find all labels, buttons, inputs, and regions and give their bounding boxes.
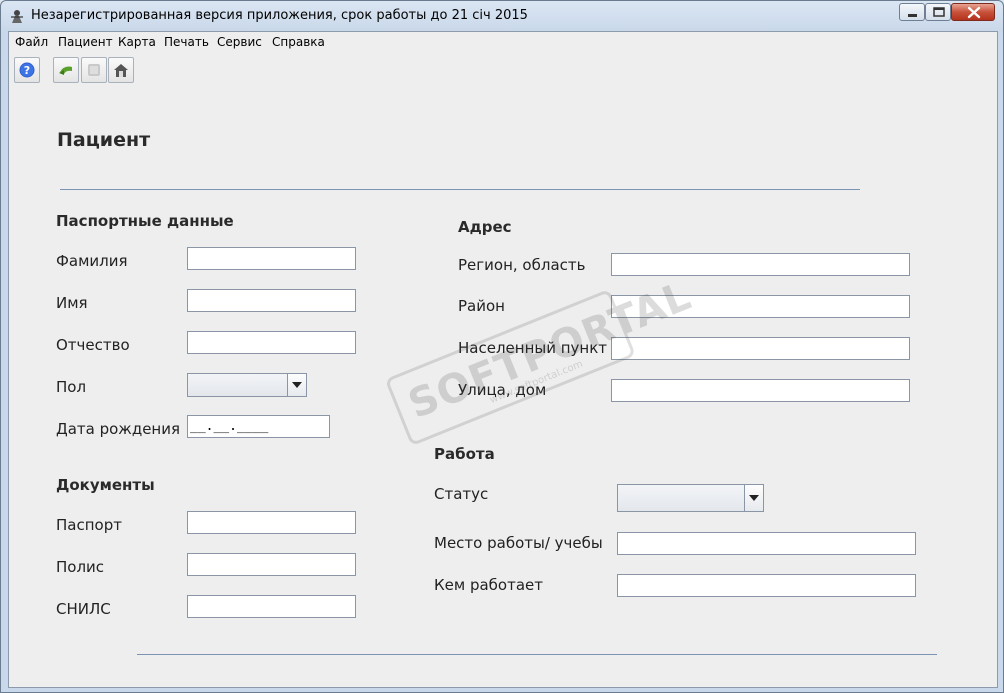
menu-patient[interactable]: Пациент [58, 35, 113, 49]
menu-file[interactable]: Файл [15, 35, 48, 49]
app-window: Незарегистрированная версия приложения, … [0, 0, 1004, 693]
workplace-label: Место работы/ учебы [434, 534, 603, 552]
region-input[interactable] [611, 253, 910, 276]
status-label: Статус [434, 485, 489, 503]
menu-bar: Файл Пациент Карта Печать Сервис Справка [9, 32, 997, 53]
last-name-input[interactable] [187, 247, 356, 270]
work-heading: Работа [434, 445, 495, 463]
minimize-icon [908, 14, 917, 17]
street-label: Улица, дом [458, 381, 547, 399]
snils-input[interactable] [187, 595, 356, 618]
district-label: Район [458, 297, 505, 315]
close-button[interactable] [951, 3, 995, 21]
passport-input[interactable] [187, 511, 356, 534]
page-title: Пациент [57, 129, 151, 151]
back-icon [59, 66, 72, 75]
locality-label: Населенный пункт [458, 339, 608, 357]
birth-date-label: Дата рождения [56, 420, 180, 438]
bottom-divider [137, 654, 937, 655]
home-icon [114, 64, 128, 77]
back-button[interactable] [53, 57, 79, 83]
patronymic-input[interactable] [187, 331, 356, 354]
menu-card[interactable]: Карта [118, 35, 156, 49]
gender-select[interactable] [187, 373, 307, 397]
svg-text:?: ? [24, 64, 30, 77]
patronymic-label: Отчество [56, 336, 130, 354]
disabled-icon [88, 64, 100, 76]
locality-input[interactable] [611, 337, 910, 360]
menu-service[interactable]: Сервис [217, 35, 262, 49]
street-input[interactable] [611, 379, 910, 402]
documents-heading: Документы [56, 476, 155, 494]
passport-label: Паспорт [56, 516, 122, 534]
title-bar[interactable]: Незарегистрированная версия приложения, … [1, 1, 1003, 31]
home-button[interactable] [108, 57, 134, 83]
first-name-label: Имя [56, 294, 88, 312]
app-icon [11, 10, 23, 23]
status-select[interactable] [617, 484, 764, 512]
status-dropdown-button[interactable] [744, 485, 763, 511]
close-icon [967, 6, 981, 19]
maximize-icon [933, 7, 945, 17]
position-input[interactable] [617, 574, 916, 597]
region-label: Регион, область [458, 256, 586, 274]
top-divider [60, 189, 860, 190]
minimize-button[interactable] [899, 3, 925, 21]
gender-label: Пол [56, 378, 87, 396]
position-label: Кем работает [434, 576, 543, 594]
chevron-down-icon [749, 495, 759, 501]
district-input[interactable] [611, 295, 910, 318]
snils-label: СНИЛС [56, 600, 111, 618]
first-name-input[interactable] [187, 289, 356, 312]
menu-print[interactable]: Печать [164, 35, 209, 49]
address-heading: Адрес [458, 218, 512, 236]
maximize-button[interactable] [925, 3, 951, 21]
passport-heading: Паспортные данные [56, 212, 234, 230]
policy-label: Полис [56, 558, 105, 576]
gender-dropdown-button[interactable] [287, 374, 306, 396]
help-button[interactable]: ? [14, 57, 40, 83]
birth-date-input[interactable] [187, 415, 330, 438]
menu-help[interactable]: Справка [272, 35, 325, 49]
client-area: Файл Пациент Карта Печать Сервис Справка… [8, 31, 998, 688]
watermark-frame [384, 288, 636, 447]
workplace-input[interactable] [617, 532, 916, 555]
policy-input[interactable] [187, 553, 356, 576]
toolbar: ? [9, 54, 997, 90]
last-name-label: Фамилия [56, 252, 128, 270]
help-icon: ? [19, 62, 35, 78]
chevron-down-icon [292, 382, 302, 388]
watermark: SOFTPORTAL www.softportal.com [384, 273, 698, 447]
disabled-button[interactable] [81, 57, 107, 83]
window-title: Незарегистрированная версия приложения, … [31, 8, 528, 23]
